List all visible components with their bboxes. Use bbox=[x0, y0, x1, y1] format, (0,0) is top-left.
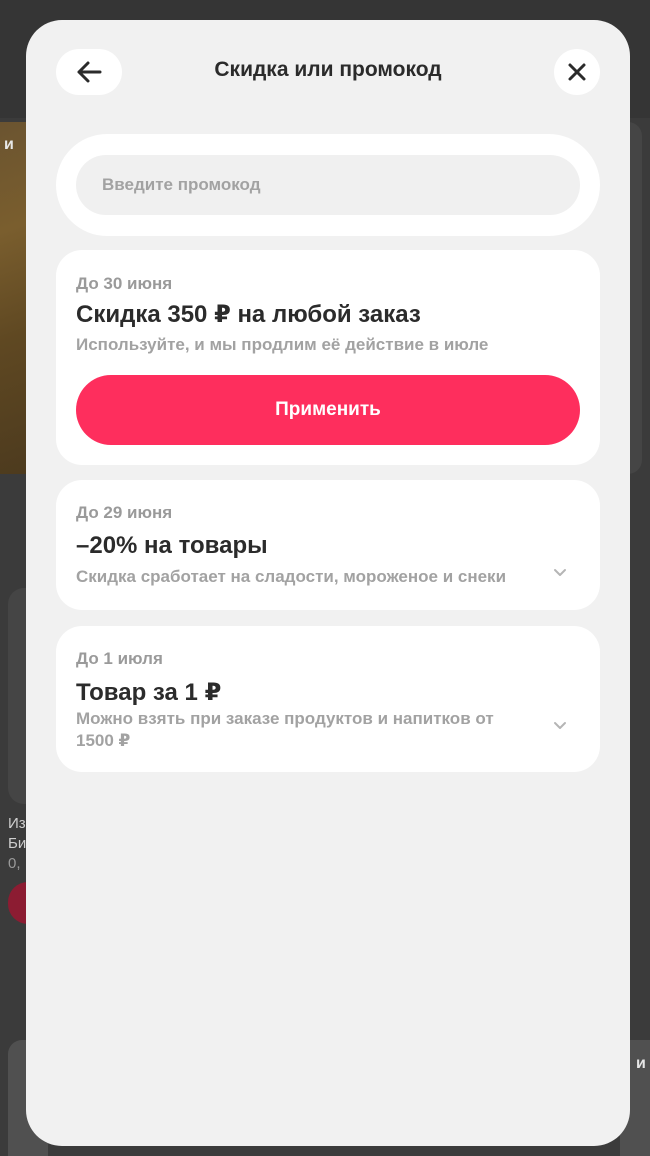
offer-description: Используйте, и мы продлим её действие в … bbox=[76, 335, 489, 354]
promo-modal: Скидка или промокод До 30 июня Скидка 35… bbox=[26, 20, 630, 1146]
close-icon bbox=[568, 63, 586, 81]
offer-description-line: Можно взять при заказе продуктов и напит… bbox=[76, 709, 494, 728]
background-product-text: Из Би 0, bbox=[8, 814, 26, 874]
background-label: и bbox=[4, 136, 14, 153]
offer-card[interactable]: До 1 июля Товар за 1 ₽ Можно взять при з… bbox=[56, 626, 600, 772]
offer-description: Скидка сработает на сладости, мороженое … bbox=[76, 567, 507, 586]
offer-description-line: 1500 ₽ bbox=[76, 731, 131, 750]
modal-title: Скидка или промокод bbox=[214, 58, 442, 81]
chevron-down-icon[interactable] bbox=[550, 562, 570, 582]
offer-card: До 30 июня Скидка 350 ₽ на любой заказ И… bbox=[56, 250, 600, 465]
offer-date: До 30 июня bbox=[76, 274, 173, 293]
offer-card[interactable]: До 29 июня –20% на товары Скидка сработа… bbox=[56, 480, 600, 610]
offer-title: Товар за 1 ₽ bbox=[76, 679, 222, 706]
background-text-line: Би bbox=[8, 835, 27, 852]
offer-description: Можно взять при заказе продуктов и напит… bbox=[76, 708, 526, 752]
background-text-line: 0, bbox=[8, 855, 21, 872]
promo-code-container bbox=[56, 134, 600, 236]
chevron-down-icon[interactable] bbox=[550, 715, 570, 735]
offer-date: До 1 июля bbox=[76, 649, 163, 668]
background-label-right: и bbox=[636, 1055, 646, 1072]
promo-code-input[interactable] bbox=[76, 155, 580, 215]
background-text-line: Из bbox=[8, 815, 26, 832]
apply-button[interactable]: Применить bbox=[76, 375, 580, 445]
close-button[interactable] bbox=[554, 49, 600, 95]
offer-date: До 29 июня bbox=[76, 503, 173, 522]
offer-title: –20% на товары bbox=[76, 532, 268, 559]
offer-title: Скидка 350 ₽ на любой заказ bbox=[76, 301, 421, 328]
